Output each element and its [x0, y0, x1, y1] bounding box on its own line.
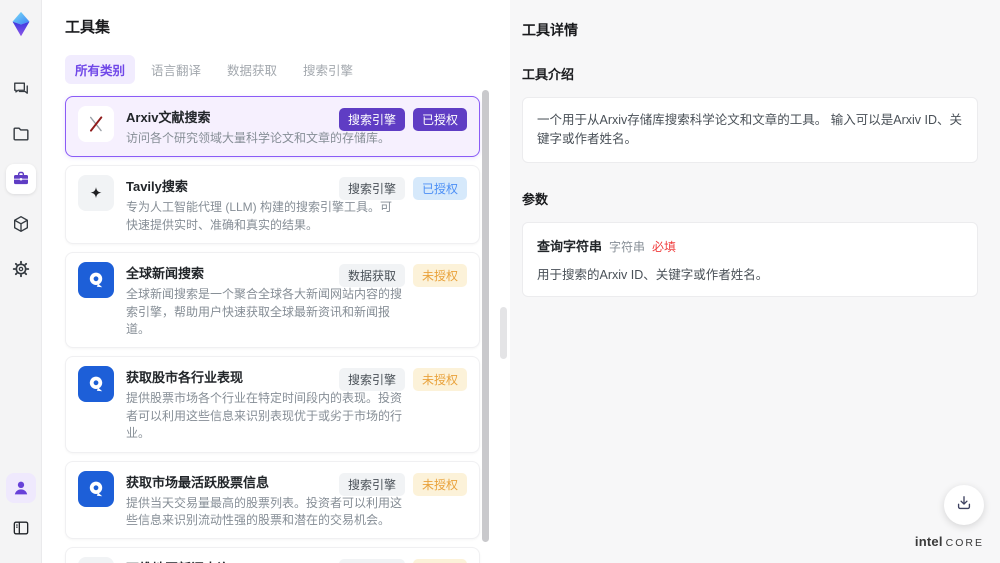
tab-1[interactable]: 语言翻译 [141, 55, 211, 84]
auth-badge: 未授权 [412, 472, 467, 496]
folder-icon [11, 124, 31, 144]
sidebar-item-chat[interactable] [6, 74, 36, 104]
chat-icon [11, 79, 31, 99]
sidebar-item-profile[interactable] [5, 473, 36, 503]
building-icon [78, 557, 114, 563]
tool-card[interactable]: 全球新闻搜索 全球新闻搜索是一个聚合全球各大新闻网站内容的搜索引擎，帮助用户快速获… [65, 252, 480, 349]
param-row: 查询字符串 字符串 必填用于搜索的Arxiv ID、关键字或作者姓名。 [537, 236, 963, 283]
intro-card: 一个用于从Arxiv存储库搜索科学论文和文章的工具。 输入可以是Arxiv ID… [522, 97, 978, 163]
sidebar-item-folder[interactable] [6, 119, 36, 149]
param-required-flag: 必填 [652, 239, 677, 254]
tool-description: 提供当天交易量最高的股票列表。投资者可以利用这些信息来识别流动性强的股票和潜在的… [126, 495, 403, 527]
tool-badges: 搜索引擎 已授权 [338, 108, 467, 131]
sidebar-nav [5, 74, 36, 284]
category-badge: 搜索引擎 [338, 559, 405, 563]
page-title: 工具集 [65, 19, 111, 36]
auth-badge: 未授权 [412, 559, 467, 563]
qsearch-icon [78, 366, 114, 403]
tool-card[interactable]: 获取股市各行业表现 提供股票市场各个行业在特定时间段内的表现。投资者可以利用这些信… [65, 356, 480, 453]
category-badge: 搜索引擎 [338, 108, 405, 131]
tool-description: 访问各个研究领域大量科学论文和文章的存储库。 [126, 131, 391, 145]
qsearch-icon [78, 262, 114, 299]
list-scrollbar[interactable] [482, 90, 489, 542]
sidebar-item-settings[interactable] [6, 254, 36, 284]
category-badge: 搜索引擎 [338, 368, 405, 392]
tool-badges: 搜索引擎 未授权 [338, 559, 467, 563]
tool-badges: 搜索引擎未授权 [338, 368, 467, 392]
sidebar-item-cube[interactable] [6, 209, 36, 239]
detail-panel: 工具详情 工具介绍 一个用于从Arxiv存储库搜索科学论文和文章的工具。 输入可… [510, 0, 1000, 563]
tool-card[interactable]: 获取市场最活跃股票信息 提供当天交易量最高的股票列表。投资者可以利用这些信息来识别… [65, 460, 480, 540]
tool-badges: 搜索引擎 已授权 [338, 177, 467, 201]
tools-panel: 工具集 所有类别 语言翻译 数据获取 搜索引擎 Arxiv文献搜索 访问各个研究领域大量… [42, 0, 497, 563]
auth-badge: 已授权 [412, 108, 467, 131]
sidebar-bottom [5, 473, 36, 563]
category-tabs: 所有类别 语言翻译 数据获取 搜索引擎 [65, 55, 497, 84]
param-description: 用于搜索的Arxiv ID、关键字或作者姓名。 [537, 267, 769, 282]
brand-intel-text: intel [914, 534, 943, 549]
intro-heading: 工具介绍 [522, 67, 575, 82]
user-icon [11, 478, 31, 498]
tool-description: 全球新闻搜索是一个聚合全球各大新闻网站内容的搜索引擎，帮助用户快速获取全球最新资… [126, 287, 403, 336]
intel-core-logo: intel CORE [915, 534, 984, 549]
qsearch-icon [78, 470, 114, 507]
param-name: 查询字符串 [537, 238, 603, 254]
detail-title: 工具详情 [522, 22, 578, 38]
toolbox-icon [11, 169, 31, 189]
param-card: 查询字符串 字符串 必填用于搜索的Arxiv ID、关键字或作者姓名。 [522, 221, 978, 297]
tavily-icon [78, 175, 114, 212]
category-badge: 搜索引擎 [338, 472, 405, 496]
param-type: 字符串 [609, 239, 646, 254]
auth-badge: 未授权 [412, 368, 467, 392]
tool-card[interactable]: Tavily搜索 专为人工智能代理 (LLM) 构建的搜索引擎工具。可快速提供实时… [65, 165, 480, 245]
params-heading: 参数 [522, 191, 549, 207]
download-icon [954, 493, 974, 518]
tool-card[interactable]: Arxiv文献搜索 访问各个研究领域大量科学论文和文章的存储库。 搜索引擎 已授权 [65, 96, 480, 158]
tool-badges: 数据获取 未授权 [338, 264, 467, 288]
tool-list: Arxiv文献搜索 访问各个研究领域大量科学论文和文章的存储库。 搜索引擎 已授权 Ta… [65, 96, 480, 563]
category-badge: 数据获取 [338, 264, 405, 288]
intro-text: 一个用于从Arxiv存储库搜索科学论文和文章的工具。 输入可以是Arxiv ID… [537, 113, 963, 146]
tool-card[interactable]: 万维地区新闻查询查询具体行政区划内的新闻，快速了解各地新闻动搜索引擎未授权 [65, 547, 480, 563]
brand-core-text: CORE [945, 537, 984, 549]
sidebar-item-toolbox[interactable] [5, 164, 36, 194]
tab-0[interactable]: 所有类别 [65, 55, 136, 84]
app-window: 工具集 所有类别 语言翻译 数据获取 搜索引擎 Arxiv文献搜索 访问各个研究领域大量… [0, 0, 1000, 563]
page-scrollbar[interactable] [500, 307, 507, 359]
sidebar-item-collapse[interactable] [6, 513, 36, 543]
download-button[interactable] [944, 485, 984, 525]
sidebar [0, 0, 42, 563]
gear-icon [11, 259, 31, 279]
auth-badge: 未授权 [412, 264, 467, 288]
tab-3[interactable]: 搜索引擎 [293, 55, 363, 84]
auth-badge: 已授权 [412, 177, 467, 201]
tool-description: 提供股票市场各个行业在特定时间段内的表现。投资者可以利用这些信息来识别表现优于或… [126, 391, 403, 441]
app-logo-icon [6, 9, 36, 39]
tab-2[interactable]: 数据获取 [217, 55, 287, 84]
tool-description: 专为人工智能代理 (LLM) 构建的搜索引擎工具。可快速提供实时、准确和真实的结… [126, 200, 393, 232]
cube-icon [11, 214, 31, 234]
tool-badges: 搜索引擎未授权 [338, 472, 467, 496]
arxiv-icon [78, 106, 114, 142]
category-badge: 搜索引擎 [338, 177, 405, 201]
panel-toggle-icon [11, 518, 31, 538]
